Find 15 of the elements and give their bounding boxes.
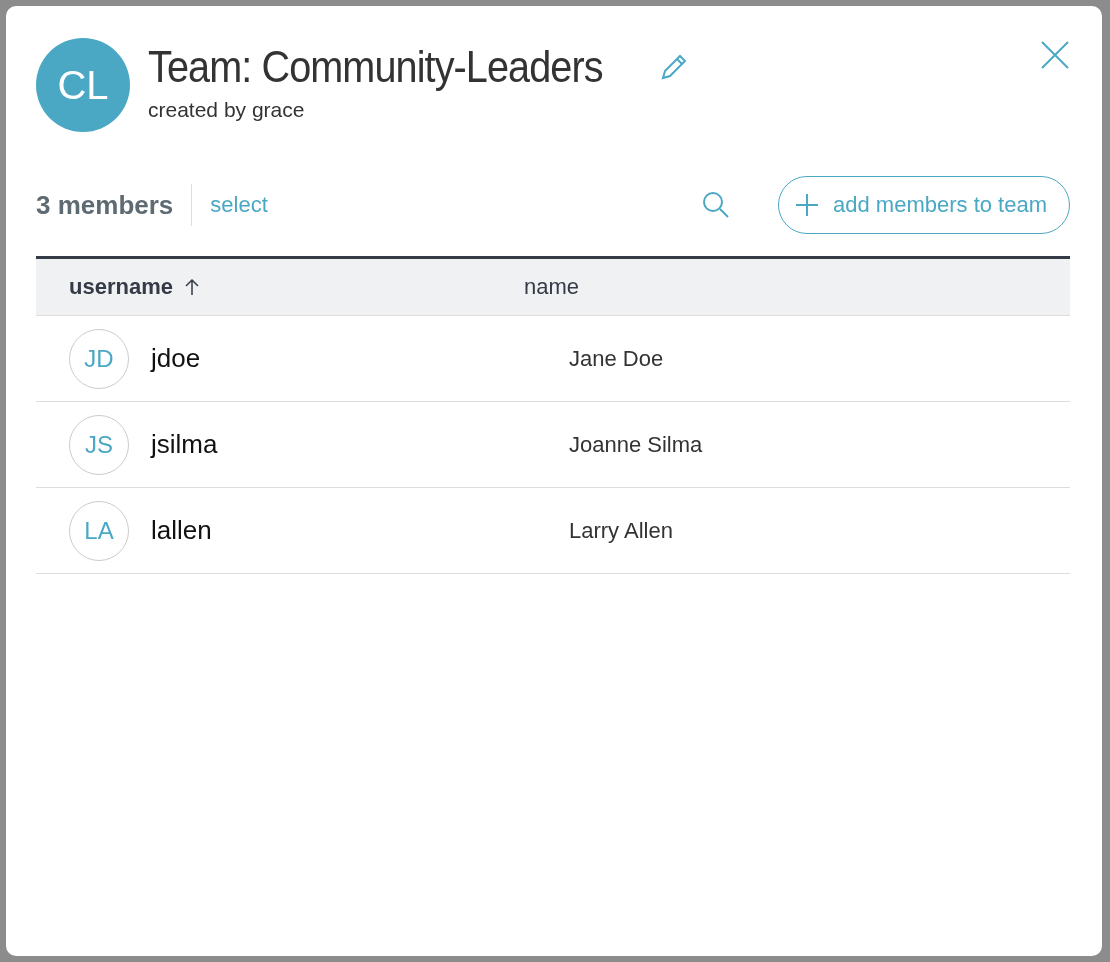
dialog-title: Team: Community-Leaders [148, 42, 603, 92]
column-header[interactable]: name [524, 274, 1070, 300]
username-cell: jsilma [151, 429, 218, 460]
name-cell-text: Joanne Silma [569, 431, 704, 458]
column-header[interactable]: username [36, 274, 524, 300]
search-icon[interactable] [702, 191, 730, 219]
sort-arrow-icon [184, 278, 199, 296]
creator-text: created by grace [148, 98, 306, 122]
team-avatar: CL [36, 38, 130, 132]
plus-icon [795, 193, 819, 217]
name-cell-text: Larry Allen [569, 517, 674, 544]
name-cell-text: Jane Doe [569, 345, 665, 372]
member-count: 3 members [36, 189, 174, 221]
username-cell: jdoe [151, 343, 201, 374]
username-cell: lallen [151, 515, 212, 546]
